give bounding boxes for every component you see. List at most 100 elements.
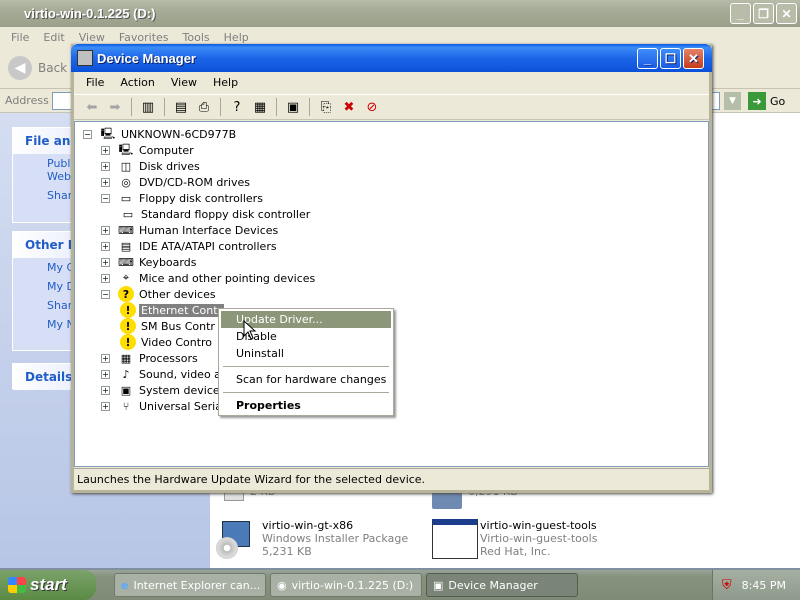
dm-maximize-button[interactable]: ☐	[660, 48, 681, 69]
tree-item-label: Computer	[139, 143, 194, 157]
explorer-titlebar[interactable]: virtio-win-0.1.225 (D:) _ ❐ ✕	[0, 0, 800, 27]
tree-item[interactable]: + ◫ Disk drives	[101, 158, 202, 174]
tree-item[interactable]: − ▭ Floppy disk controllers	[101, 190, 265, 206]
menu-tools[interactable]: Tools	[176, 31, 217, 44]
menu-help[interactable]: Help	[217, 31, 256, 44]
start-button[interactable]: start	[0, 570, 96, 600]
device-manager-titlebar[interactable]: Device Manager _ ☐ ✕	[71, 44, 712, 72]
scan-hardware-icon[interactable]: ▣	[283, 97, 303, 117]
tree-item[interactable]: ! Ethernet Contr	[120, 302, 225, 318]
toolbar-separator	[164, 98, 165, 116]
print-icon[interactable]: ⎙	[194, 97, 214, 117]
uninstall-icon[interactable]: ✖	[339, 97, 359, 117]
tree-item[interactable]: ▭ Standard floppy disk controller	[120, 206, 312, 222]
floppy-icon: ▭	[120, 191, 132, 205]
task-device-manager[interactable]: ▣ Device Manager	[426, 573, 578, 597]
expand-toggle[interactable]: +	[101, 401, 110, 411]
sound-icon: ♪	[122, 367, 130, 381]
expand-toggle[interactable]: +	[101, 161, 110, 171]
dm-menu-file[interactable]: File	[78, 76, 112, 89]
forward-icon[interactable]: ➡	[105, 97, 125, 117]
menu-favorites[interactable]: Favorites	[112, 31, 176, 44]
back-arrow-icon: ◀	[8, 56, 32, 80]
show-hide-action-pane-icon[interactable]: ▦	[250, 97, 270, 117]
dm-statusbar: Launches the Hardware Update Wizard for …	[74, 468, 709, 489]
toolbar-separator	[309, 98, 310, 116]
tree-item[interactable]: + ▦ Processors	[101, 350, 200, 366]
device-manager-title: Device Manager	[97, 50, 196, 66]
menu-separator	[223, 392, 389, 393]
tree-item[interactable]: + 🖳 Computer	[101, 142, 196, 158]
tree-item[interactable]: + ⌨ Human Interface Devices	[101, 222, 280, 238]
collapse-toggle[interactable]: −	[83, 129, 92, 139]
menu-view[interactable]: View	[72, 31, 112, 44]
dm-toolbar: ⬅ ➡ ▥ ▤ ⎙ ? ▦ ▣ ⎘ ✖ ⊘	[74, 94, 709, 120]
help-icon[interactable]: ?	[227, 97, 247, 117]
expand-toggle[interactable]: +	[101, 145, 110, 155]
dm-menu-action[interactable]: Action	[112, 76, 162, 89]
back-button[interactable]: ◀ Back	[8, 56, 67, 80]
tree-item[interactable]: ! Video Contro	[120, 334, 214, 350]
collapse-toggle[interactable]: −	[101, 289, 110, 299]
expand-toggle[interactable]: +	[101, 369, 110, 379]
expand-toggle[interactable]: +	[101, 241, 110, 251]
floppy-controller-icon: ▭	[122, 207, 134, 221]
tree-item-label: Mice and other pointing devices	[139, 271, 316, 285]
go-button[interactable]: ➜ Go	[748, 92, 785, 110]
menu-properties[interactable]: Properties	[221, 397, 391, 414]
expand-toggle[interactable]: +	[101, 225, 110, 235]
expand-toggle[interactable]: +	[101, 177, 110, 187]
minimize-button[interactable]: _	[730, 3, 751, 24]
tree-item-label: SM Bus Contr	[141, 319, 215, 333]
tree-item-label: Floppy disk controllers	[139, 191, 263, 205]
dm-minimize-button[interactable]: _	[637, 48, 658, 69]
tree-item[interactable]: + ⌖ Mice and other pointing devices	[101, 270, 317, 286]
address-dropdown[interactable]: ▼	[724, 92, 741, 110]
security-shield-icon[interactable]: ⛨	[722, 578, 732, 593]
tree-item-label: IDE ATA/ATAPI controllers	[139, 239, 277, 253]
menu-file[interactable]: File	[4, 31, 36, 44]
expand-toggle[interactable]: +	[101, 385, 110, 395]
menu-scan-hardware[interactable]: Scan for hardware changes	[221, 371, 391, 388]
collapse-toggle[interactable]: −	[101, 193, 110, 203]
unknown-device-icon: ?	[118, 286, 134, 302]
menu-uninstall[interactable]: Uninstall	[221, 345, 391, 362]
processor-icon: ▦	[120, 351, 132, 365]
show-hide-console-tree-icon[interactable]: ▥	[138, 97, 158, 117]
menu-edit[interactable]: Edit	[36, 31, 71, 44]
application-icon	[432, 519, 478, 561]
task-explorer[interactable]: ◉ virtio-win-0.1.225 (D:)	[270, 573, 422, 597]
tree-item[interactable]: + ⌨ Keyboards	[101, 254, 198, 270]
task-internet-explorer[interactable]: e Internet Explorer can...	[114, 573, 266, 597]
tree-item[interactable]: −? Other devices	[101, 286, 218, 302]
disable-icon[interactable]: ⊘	[362, 97, 382, 117]
back-icon[interactable]: ⬅	[82, 97, 102, 117]
tree-item[interactable]: + ◎ DVD/CD-ROM drives	[101, 174, 252, 190]
tree-item-label: DVD/CD-ROM drives	[139, 175, 250, 189]
file-item-virtio-win-guest-tools[interactable]: virtio-win-guest-tools Virtio-win-guest-…	[432, 519, 597, 561]
update-driver-icon[interactable]: ⎘	[316, 97, 336, 117]
tree-item[interactable]: + ▣ System devices	[101, 382, 227, 398]
status-text: Launches the Hardware Update Wizard for …	[77, 472, 426, 486]
device-manager-icon	[77, 50, 93, 66]
tree-item[interactable]: + ♪ Sound, video and	[101, 366, 237, 382]
clock[interactable]: 8:45 PM	[742, 579, 786, 592]
dm-menu-view[interactable]: View	[163, 76, 205, 89]
toolbar-separator	[220, 98, 221, 116]
warning-icon: !	[120, 302, 136, 318]
tree-root[interactable]: − 🖳 UNKNOWN-6CD977B	[83, 126, 238, 142]
expand-toggle[interactable]: +	[101, 353, 110, 363]
tree-item[interactable]: + ▤ IDE ATA/ATAPI controllers	[101, 238, 279, 254]
file-item-virtio-win-gt-x86[interactable]: virtio-win-gt-x86 Windows Installer Pack…	[214, 519, 408, 561]
ie-icon: e	[121, 578, 129, 592]
properties-icon[interactable]: ▤	[171, 97, 191, 117]
maximize-button[interactable]: ❐	[753, 3, 774, 24]
address-label: Address	[5, 94, 49, 107]
dm-menu-help[interactable]: Help	[205, 76, 246, 89]
tree-item[interactable]: ! SM Bus Contr	[120, 318, 217, 334]
tree-item-label: Disk drives	[139, 159, 200, 173]
expand-toggle[interactable]: +	[101, 273, 110, 283]
dm-close-button[interactable]: ✕	[683, 48, 704, 69]
expand-toggle[interactable]: +	[101, 257, 110, 267]
close-button[interactable]: ✕	[776, 3, 797, 24]
